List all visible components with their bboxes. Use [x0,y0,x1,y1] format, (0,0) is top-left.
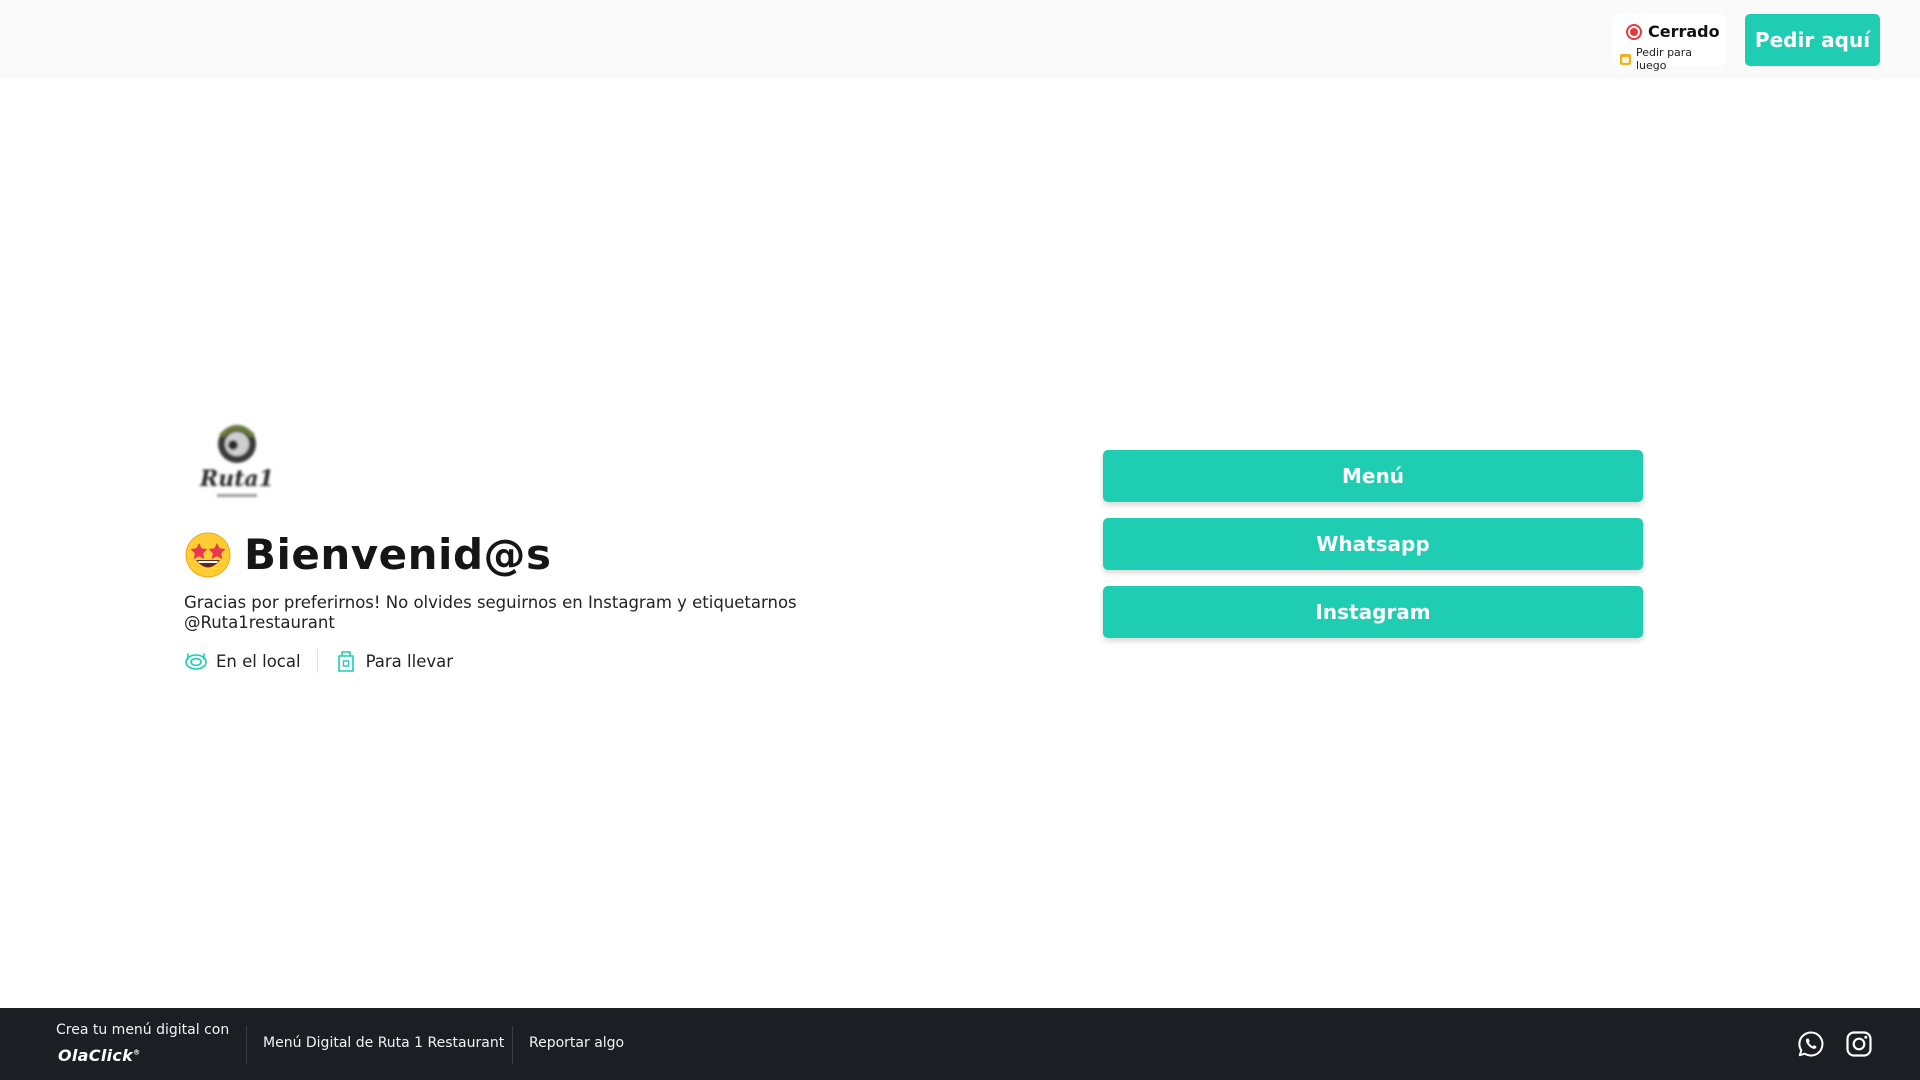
footer-divider [512,1026,513,1064]
welcome-heading: Bienvenid@s [184,530,552,579]
restaurant-logo: Ruta1 [191,414,283,510]
store-status[interactable]: Cerrado Pedir para luego [1612,14,1726,72]
svg-text:Ruta1: Ruta1 [199,466,274,492]
dine-in-icon [185,653,207,670]
footer: Crea tu menú digital con OlaClick® Menú … [0,1008,1920,1080]
ruta1-logo-image: Ruta1 [199,425,274,497]
report-link[interactable]: Reportar algo [529,1035,624,1051]
footer-brand[interactable]: Crea tu menú digital con OlaClick® [56,1022,229,1065]
instagram-icon[interactable] [1845,1030,1873,1058]
footer-create-text: Crea tu menú digital con [56,1022,230,1038]
instagram-link-button[interactable]: Instagram [1103,586,1643,638]
olaclick-logo: OlaClick® [58,1046,141,1065]
olaclick-logo-text: OlaClick [58,1046,134,1065]
top-header: Cerrado Pedir para luego Pedir aquí [0,0,1920,79]
service-types: En el local Para llevar [184,649,453,673]
status-label: Cerrado [1648,22,1720,41]
takeaway-bag-icon [337,651,354,672]
calendar-icon [1620,53,1631,65]
service-label: En el local [216,651,301,671]
footer-menu-link[interactable]: Menú Digital de Ruta 1 Restaurant [263,1035,504,1051]
menu-link-button[interactable]: Menú [1103,450,1643,502]
welcome-description: Gracias por preferirnos! No olvides segu… [184,593,797,632]
service-label: Para llevar [365,651,454,671]
service-dine-in: En el local [184,649,301,673]
closed-status-icon [1626,23,1642,40]
whatsapp-icon[interactable] [1797,1030,1825,1058]
schedule-later-row[interactable]: Pedir para luego [1620,46,1726,72]
star-struck-emoji-icon [185,532,231,577]
schedule-later-label: Pedir para luego [1636,46,1693,72]
service-takeaway: Para llevar [334,649,453,673]
whatsapp-link-button[interactable]: Whatsapp [1103,518,1643,570]
service-divider [316,649,318,673]
footer-divider [246,1026,247,1064]
status-row: Cerrado [1626,22,1720,41]
order-here-button[interactable]: Pedir aquí [1745,14,1880,66]
welcome-title: Bienvenid@s [244,530,552,579]
